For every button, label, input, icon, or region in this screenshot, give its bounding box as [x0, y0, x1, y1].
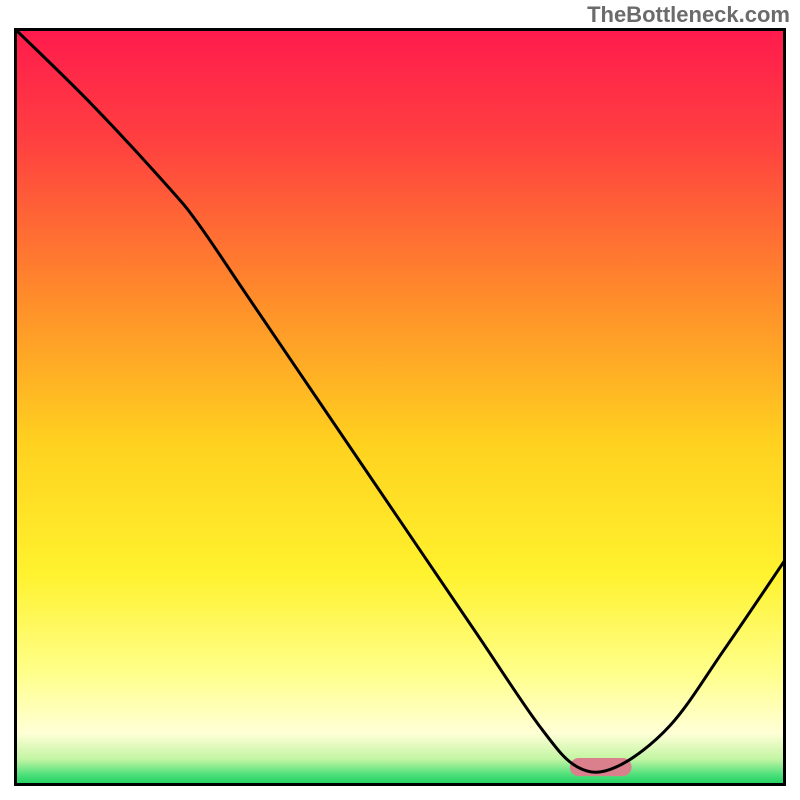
watermark: TheBottleneck.com — [587, 2, 790, 28]
chart-frame — [14, 28, 786, 786]
chart-svg — [14, 28, 786, 786]
chart-background — [14, 28, 786, 786]
